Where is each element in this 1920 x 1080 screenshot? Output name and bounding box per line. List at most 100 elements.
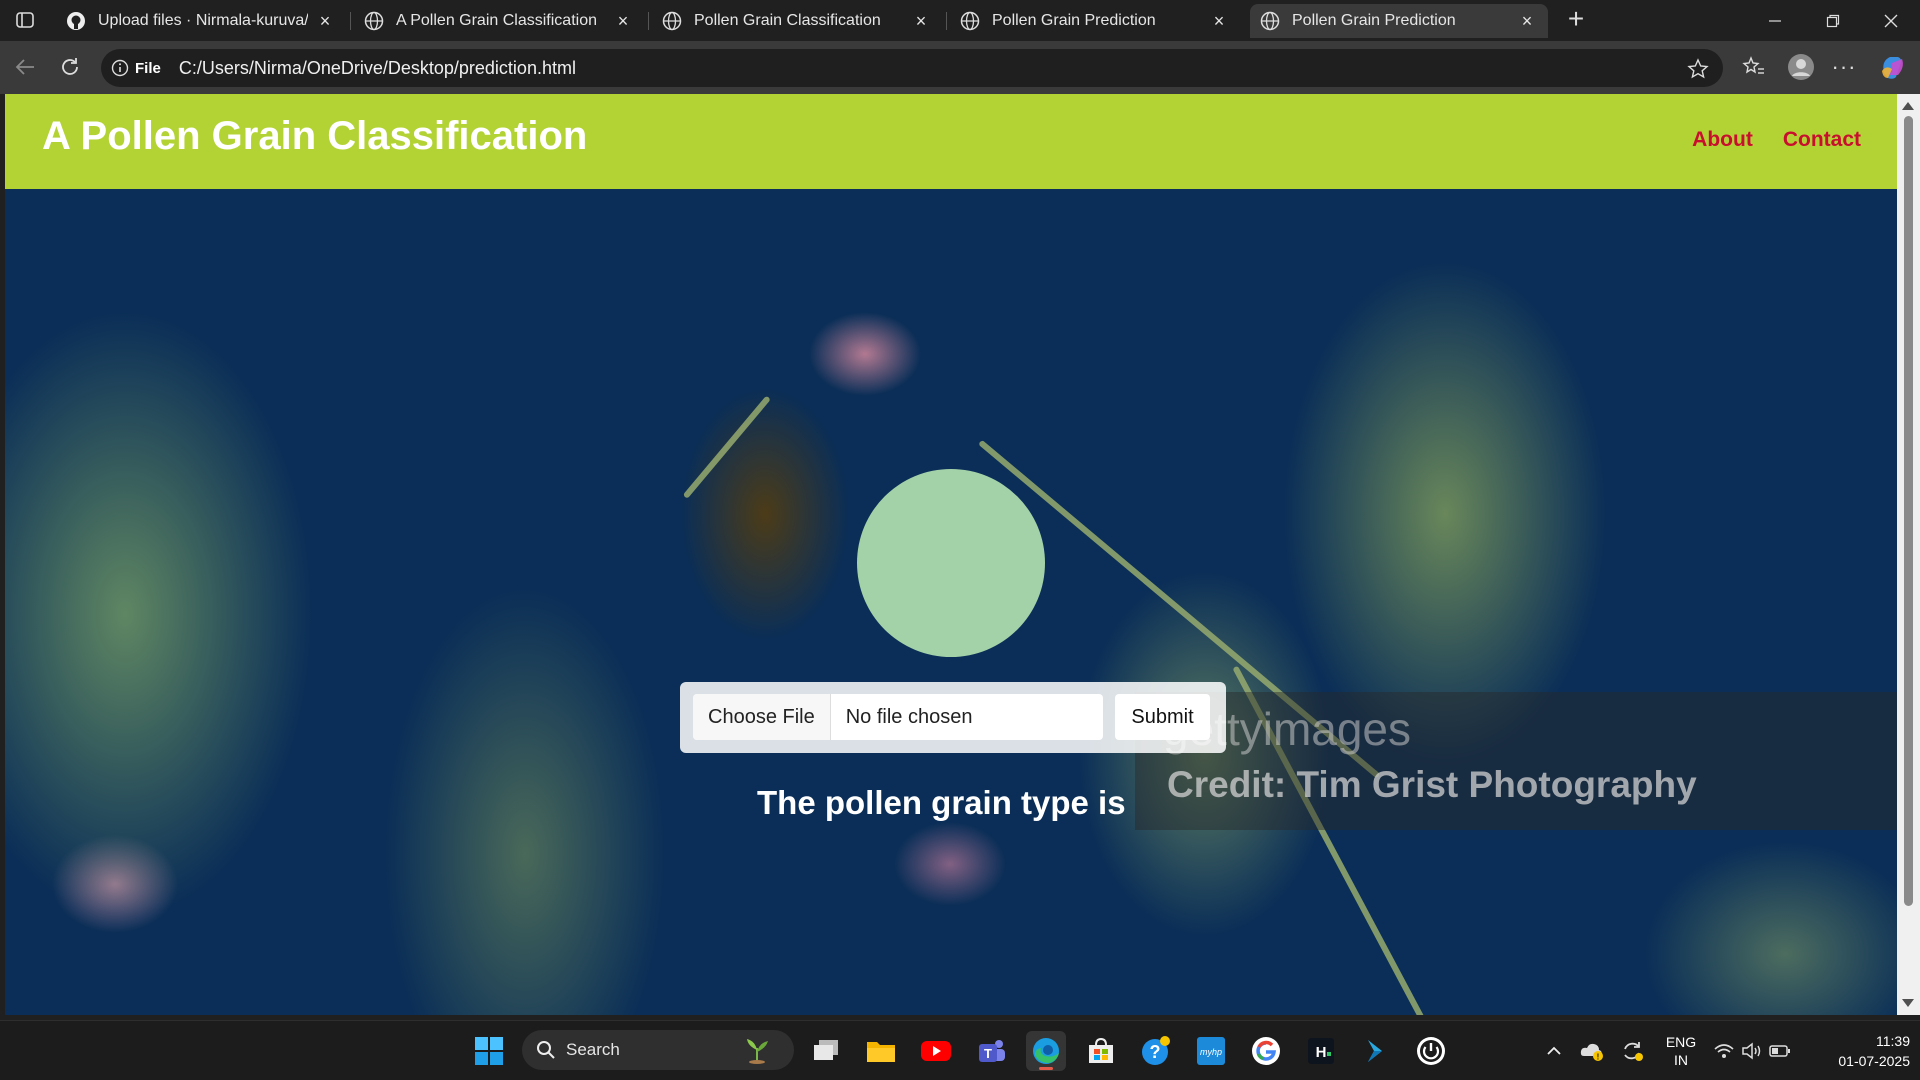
taskbar-google[interactable] [1246,1031,1286,1071]
plant-icon [747,1039,768,1064]
tab-divider [350,12,351,30]
favorites-icon [1742,56,1764,74]
avatar-icon [1788,54,1814,80]
close-icon[interactable]: × [1518,12,1536,30]
myhp-icon: myhp [1197,1037,1225,1065]
info-icon[interactable] [111,59,129,77]
scrollbar-thumb[interactable] [1904,116,1913,906]
start-button[interactable] [469,1031,509,1071]
tray-onedrive[interactable]: ! [1572,1031,1612,1071]
taskbar-youtube[interactable] [916,1031,956,1071]
taskbar-hackerrank[interactable]: H [1301,1031,1341,1071]
favorites-button[interactable] [1740,53,1768,81]
new-tab-button[interactable]: + [1560,3,1592,34]
close-icon [1884,14,1898,27]
edge-icon [1033,1038,1059,1064]
clock-time: 11:39 [1876,1033,1910,1049]
svg-text:H: H [1316,1044,1327,1061]
taskbar-get-help[interactable]: ? [1136,1031,1176,1071]
minimize-icon [1769,19,1781,22]
profile-button[interactable] [1786,52,1816,82]
prediction-result-text: The pollen grain type is [757,784,1126,821]
tab-title: Pollen Grain Prediction [992,12,1156,29]
tab-title: Upload files · Nirmala-kuruva/poll [98,12,308,29]
favorite-star-icon[interactable] [1687,58,1709,80]
store-icon [1089,1037,1113,1063]
scroll-up-arrow-icon[interactable] [1902,102,1914,110]
windows-start-icon [475,1037,503,1065]
input-language-indicator[interactable]: ENG IN [1660,1033,1702,1069]
minimize-button[interactable] [1747,0,1803,41]
teams-icon: T [979,1040,1005,1062]
url-scheme-label: File [135,59,161,77]
sync-icon [1624,1042,1643,1061]
tab-title: Pollen Grain Classification [694,12,881,29]
taskbar-dev-app[interactable] [1356,1031,1396,1071]
submit-button[interactable]: Submit [1115,694,1210,740]
battery-icon [1769,1045,1790,1057]
back-arrow-icon [15,59,34,75]
file-input[interactable]: Choose File No file chosen [693,694,1103,740]
tab-pollen-grain-prediction[interactable]: Pollen Grain Prediction × [950,4,1240,38]
page-scrollbar[interactable] [1897,94,1920,1015]
github-icon [67,12,85,30]
tab-pollen-grain-classification-a[interactable]: A Pollen Grain Classification × [354,4,644,38]
tab-pollen-grain-prediction-active[interactable]: Pollen Grain Prediction × [1250,4,1548,38]
svg-text:?: ? [1150,1042,1161,1062]
refresh-icon [62,58,78,75]
tray-sync[interactable] [1612,1031,1652,1071]
taskbar-edge[interactable] [1026,1031,1066,1071]
plus-icon: + [1567,3,1585,34]
choose-file-button[interactable]: Choose File [693,694,831,740]
tray-overflow-button[interactable] [1534,1031,1574,1071]
youtube-icon [921,1041,951,1061]
url-text[interactable]: C:/Users/Nirma/OneDrive/Desktop/predicti… [179,58,576,79]
tab-pollen-grain-classification[interactable]: Pollen Grain Classification × [652,4,942,38]
restore-button[interactable] [1805,0,1861,41]
web-page: A Pollen Grain Classification About Cont… [5,94,1897,1015]
scroll-down-arrow-icon[interactable] [1902,999,1914,1007]
copilot-button[interactable] [1878,53,1906,81]
tab-upload-files[interactable]: Upload files · Nirmala-kuruva/poll × [56,4,346,38]
close-icon[interactable]: × [614,12,632,30]
address-bar[interactable]: File C:/Users/Nirma/OneDrive/Desktop/pre… [101,49,1723,87]
taskbar-task-view[interactable] [806,1031,846,1071]
copilot-icon [1882,57,1903,79]
site-title: A Pollen Grain Classification [42,114,588,158]
globe-icon [364,11,384,31]
tray-quick-settings[interactable] [1706,1031,1798,1071]
settings-more-button[interactable]: ··· [1830,53,1858,81]
help-icon: ? [1142,1036,1170,1065]
clock[interactable]: 11:39 01-07-2025 [1806,1031,1910,1071]
upload-form: Choose File No file chosen Submit [680,682,1226,753]
close-icon[interactable]: × [1210,12,1228,30]
tab-title: Pollen Grain Prediction [1292,12,1456,29]
close-icon[interactable]: × [316,12,334,30]
back-button[interactable] [10,52,40,82]
taskbar-teams[interactable]: T [971,1031,1011,1071]
taskbar-myhp[interactable]: myhp [1191,1031,1231,1071]
dev-icon [1368,1040,1382,1062]
taskbar-power-app[interactable] [1411,1031,1451,1071]
tab-actions-button[interactable] [8,6,42,34]
google-icon [1252,1037,1280,1065]
nav-link-about[interactable]: About [1692,128,1753,152]
cloud-warning-icon: ! [1580,1043,1603,1062]
region-code: IN [1674,1052,1688,1068]
site-nav: About Contact [1692,128,1861,152]
taskbar-search[interactable]: Search [522,1030,794,1070]
nav-link-contact[interactable]: Contact [1783,128,1861,152]
svg-text:myhp: myhp [1200,1047,1222,1057]
chevron-up-icon [1547,1046,1561,1055]
close-icon[interactable]: × [912,12,930,30]
taskbar-store[interactable] [1081,1031,1121,1071]
refresh-button[interactable] [55,52,85,82]
site-header: A Pollen Grain Classification About Cont… [5,94,1897,189]
language-code: ENG [1665,1034,1697,1050]
task-view-icon [814,1040,838,1060]
power-icon [1417,1037,1445,1065]
close-window-button[interactable] [1863,0,1919,41]
flower-stem [682,395,771,499]
taskbar-file-explorer[interactable] [861,1031,901,1071]
tab-divider [946,12,947,30]
